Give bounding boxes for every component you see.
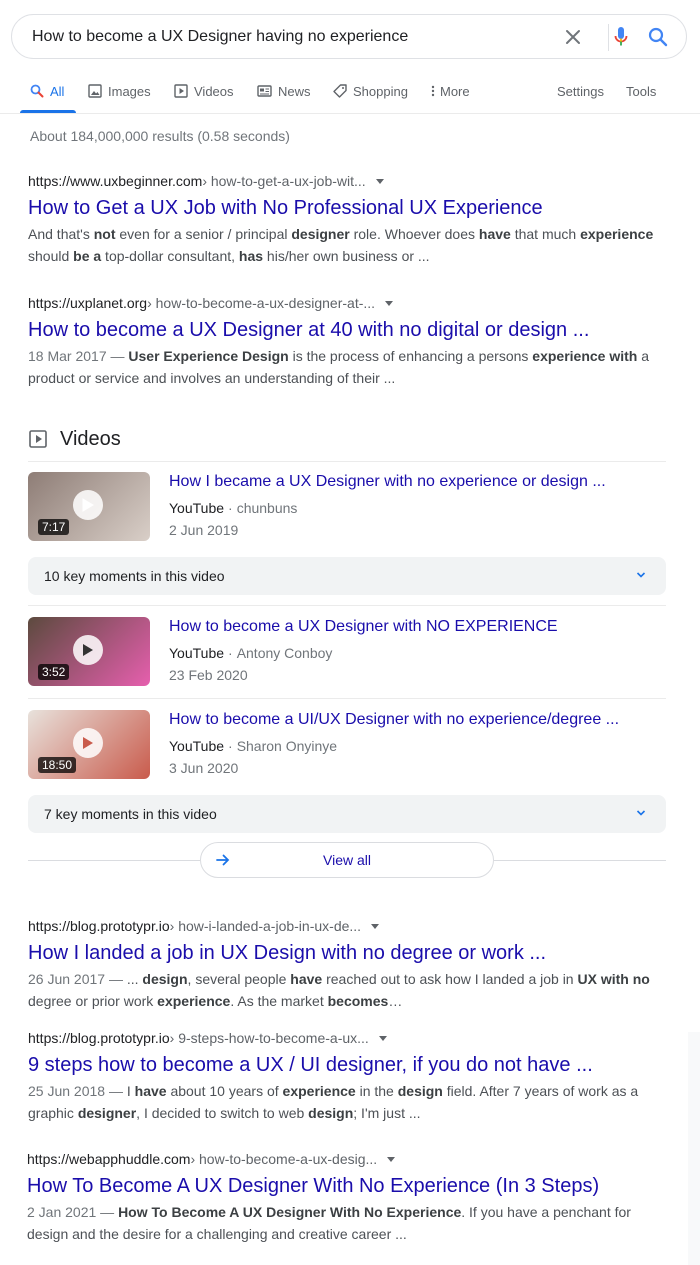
result-snippet: 18 Mar 2017 — User Experience Design is …	[28, 348, 650, 386]
search-icon	[30, 84, 44, 98]
video-thumbnail[interactable]: 3:52	[28, 617, 150, 686]
result-snippet: 2 Jan 2021 — How To Become A UX Designer…	[27, 1204, 631, 1242]
search-bar	[11, 14, 687, 59]
result-snippet: 26 Jun 2017 — ... design, several people…	[28, 971, 650, 1009]
result-stats: About 184,000,000 results (0.58 seconds)	[30, 128, 290, 144]
video-duration: 18:50	[38, 757, 77, 773]
result-title[interactable]: How to Get a UX Job with No Professional…	[28, 195, 668, 221]
tab-all[interactable]: All	[30, 76, 64, 114]
search-input[interactable]	[32, 25, 552, 49]
search-icon[interactable]	[647, 26, 669, 48]
result-url[interactable]: https://webapphuddle.com › how-to-become…	[27, 1149, 667, 1169]
video-date: 23 Feb 2020	[169, 667, 248, 683]
result-title[interactable]: How To Become A UX Designer With No Expe…	[27, 1173, 667, 1199]
settings-link[interactable]: Settings	[557, 76, 604, 114]
play-icon	[73, 728, 103, 758]
result-title[interactable]: 9 steps how to become a UX / UI designer…	[28, 1052, 668, 1078]
tab-more[interactable]: More	[430, 76, 470, 114]
tab-news[interactable]: News	[257, 76, 311, 114]
divider	[28, 860, 200, 861]
search-result: https://www.uxbeginner.com › how-to-get-…	[28, 171, 668, 267]
caret-down-icon[interactable]	[375, 178, 384, 184]
search-result: https://blog.prototypr.io › 9-steps-how-…	[28, 1028, 668, 1124]
result-title[interactable]: How to become a UX Designer at 40 with n…	[28, 317, 668, 343]
caret-down-icon[interactable]	[385, 300, 394, 306]
result-title[interactable]: How I landed a job in UX Design with no …	[28, 940, 668, 966]
video-source: YouTube · Sharon Onyinye	[169, 738, 338, 754]
microphone-icon[interactable]	[610, 26, 632, 48]
search-result: https://uxplanet.org › how-to-become-a-u…	[28, 293, 668, 389]
search-tabs: All Images Videos News Shopping More Set…	[0, 76, 700, 114]
result-url[interactable]: https://www.uxbeginner.com › how-to-get-…	[28, 171, 668, 191]
image-icon	[88, 84, 102, 98]
key-moments-toggle[interactable]: 10 key moments in this video	[28, 557, 666, 595]
chevron-down-icon	[636, 572, 646, 578]
play-square-icon	[174, 84, 188, 98]
video-date: 2 Jun 2019	[169, 522, 239, 538]
tab-images[interactable]: Images	[88, 76, 151, 114]
caret-down-icon[interactable]	[387, 1156, 396, 1162]
video-source: YouTube · Antony Conboy	[169, 645, 333, 661]
video-duration: 7:17	[38, 519, 70, 535]
video-thumbnail[interactable]: 7:17	[28, 472, 150, 541]
tag-icon	[333, 84, 347, 98]
tools-link[interactable]: Tools	[626, 76, 656, 114]
search-result: https://blog.prototypr.io › how-i-landed…	[28, 916, 668, 1012]
result-url[interactable]: https://uxplanet.org › how-to-become-a-u…	[28, 293, 668, 313]
video-result: 7:17 How I became a UX Designer with no …	[28, 472, 668, 544]
view-all-videos-button[interactable]: View all	[200, 842, 494, 878]
news-icon	[257, 85, 272, 97]
tab-videos[interactable]: Videos	[174, 76, 234, 114]
arrow-right-icon	[216, 854, 230, 866]
search-divider	[608, 24, 609, 51]
video-duration: 3:52	[38, 664, 70, 680]
result-snippet: And that's not even for a senior / princ…	[28, 226, 654, 264]
divider	[28, 605, 666, 606]
divider	[28, 461, 666, 462]
result-snippet: 25 Jun 2018 — I have about 10 years of e…	[28, 1083, 639, 1121]
video-title[interactable]: How to become a UX Designer with NO EXPE…	[169, 617, 558, 637]
play-icon	[73, 635, 103, 665]
caret-down-icon[interactable]	[378, 1035, 387, 1041]
video-result: 18:50 How to become a UI/UX Designer wit…	[28, 710, 668, 782]
scrollbar-track[interactable]	[688, 1032, 700, 1265]
video-result: 3:52 How to become a UX Designer with NO…	[28, 617, 668, 689]
chevron-down-icon	[636, 810, 646, 816]
result-url[interactable]: https://blog.prototypr.io › 9-steps-how-…	[28, 1028, 668, 1048]
videos-section-header: Videos	[28, 424, 121, 454]
video-title[interactable]: How to become a UI/UX Designer with no e…	[169, 710, 619, 730]
divider	[494, 860, 666, 861]
search-result: https://webapphuddle.com › how-to-become…	[27, 1149, 667, 1245]
video-date: 3 Jun 2020	[169, 760, 239, 776]
video-source: YouTube · chunbuns	[169, 500, 298, 516]
more-vert-icon	[431, 85, 435, 97]
active-tab-indicator	[20, 110, 76, 113]
play-square-icon	[28, 429, 48, 449]
play-icon	[73, 490, 103, 520]
video-thumbnail[interactable]: 18:50	[28, 710, 150, 779]
key-moments-toggle[interactable]: 7 key moments in this video	[28, 795, 666, 833]
result-url[interactable]: https://blog.prototypr.io › how-i-landed…	[28, 916, 668, 936]
caret-down-icon[interactable]	[371, 923, 380, 929]
clear-icon[interactable]	[562, 26, 584, 48]
tab-shopping[interactable]: Shopping	[333, 76, 408, 114]
video-title[interactable]: How I became a UX Designer with no exper…	[169, 472, 606, 492]
divider	[28, 698, 666, 699]
